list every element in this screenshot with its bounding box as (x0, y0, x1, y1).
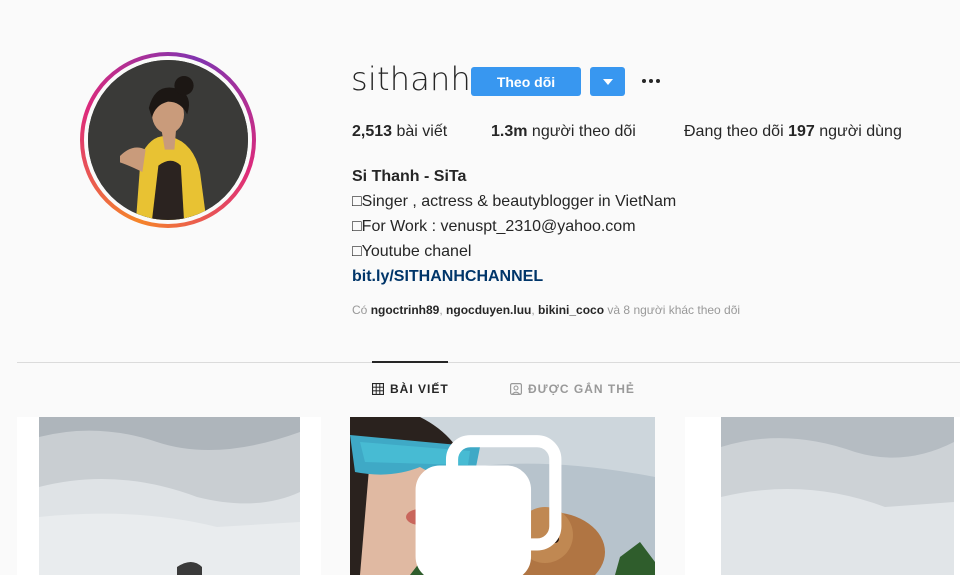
chevron-down-icon (602, 78, 613, 85)
follower-username[interactable]: bikini_coco (538, 303, 604, 317)
post-thumbnail[interactable] (685, 417, 960, 575)
avatar-frame (84, 56, 252, 224)
follower-username[interactable]: ngoctrinh89 (371, 303, 440, 317)
avatar (88, 60, 248, 220)
tab-tagged-label: ĐƯỢC GẮN THẺ (528, 382, 635, 396)
post-image (17, 417, 321, 575)
avatar-photo-image (88, 60, 248, 220)
post-thumbnail[interactable] (17, 417, 321, 575)
profile-bio: Si Thanh - SiTa □Singer , actress & beau… (352, 164, 676, 289)
ellipsis-icon (656, 79, 660, 83)
followed-by-suffix: và 8 người khác theo dõi (607, 303, 741, 317)
post-image (685, 417, 960, 575)
posts-count-label: bài viết (396, 123, 448, 140)
following-count[interactable]: Đang theo dõi 197 người dùng (684, 123, 902, 141)
bio-line-text: Singer , actress & beautyblogger in Viet… (361, 193, 677, 210)
tab-posts-label: BÀI VIẾT (390, 382, 449, 396)
more-options-button[interactable] (637, 70, 665, 92)
following-count-suffix: người dùng (819, 123, 902, 140)
tag-icon (510, 383, 522, 395)
bio-line: □Singer , actress & beautyblogger in Vie… (352, 193, 677, 210)
followers-count[interactable]: 1.3m người theo dõi (491, 123, 636, 141)
follow-button[interactable]: Theo dõi (471, 67, 581, 96)
bio-website-link[interactable]: bit.ly/SITHANHCHANNEL (352, 264, 676, 289)
ellipsis-icon (649, 79, 653, 83)
post-thumbnail[interactable] (350, 417, 655, 575)
active-tab-indicator (372, 361, 448, 363)
follower-username[interactable]: ngocduyen.luu (446, 303, 531, 317)
tab-tagged[interactable]: ĐƯỢC GẮN THẺ (510, 382, 635, 396)
followers-count-label: người theo dõi (531, 123, 636, 140)
following-count-value: 197 (788, 123, 815, 140)
tab-posts[interactable]: BÀI VIẾT (372, 382, 449, 396)
followed-by[interactable]: Có ngoctrinh89, ngocduyen.luu, bikini_co… (352, 303, 740, 317)
grid-icon (372, 383, 384, 395)
carousel-icon (415, 435, 562, 575)
profile-username: sithanh (351, 60, 471, 98)
bio-line-text: Youtube chanel (361, 243, 472, 260)
ellipsis-icon (642, 79, 646, 83)
profile-full-name: Si Thanh - SiTa (352, 168, 467, 185)
bio-line-text: For Work : venuspt_2310@yahoo.com (361, 218, 636, 235)
following-count-prefix: Đang theo dõi (684, 123, 784, 140)
posts-count-value: 2,513 (352, 123, 393, 140)
bio-line: □For Work : venuspt_2310@yahoo.com (352, 218, 636, 235)
suggested-dropdown-button[interactable] (590, 67, 625, 96)
followed-by-prefix: Có (352, 303, 368, 317)
bio-line: □Youtube chanel (352, 243, 472, 260)
followers-count-value: 1.3m (491, 123, 528, 140)
tabs-divider (17, 362, 960, 363)
profile-avatar-ring[interactable] (80, 52, 256, 228)
posts-count: 2,513 bài viết (352, 123, 447, 141)
